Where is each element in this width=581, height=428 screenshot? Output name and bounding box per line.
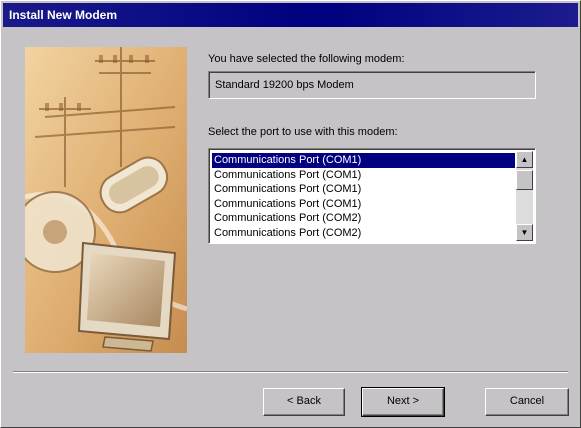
scroll-down-button[interactable]: ▼ [516,224,533,241]
wizard-illustration-graphic [25,47,187,353]
port-list-item[interactable]: Communications Port (COM1) [212,168,515,183]
port-list-item[interactable]: Communications Port (COM2) [212,226,515,241]
cancel-button[interactable]: Cancel [485,388,569,416]
back-button[interactable]: < Back [263,388,345,416]
port-listbox[interactable]: Communications Port (COM1) Communication… [208,148,536,244]
scroll-thumb[interactable] [516,170,533,190]
port-list-item[interactable]: Communications Port (COM2) [212,211,515,226]
selected-modem-label: You have selected the following modem: [208,53,405,65]
title-bar[interactable]: Install New Modem [3,3,578,27]
triangle-up-icon: ▲ [520,155,529,164]
port-list-items: Communications Port (COM1) Communication… [212,153,515,240]
install-modem-dialog: Install New Modem You have selected the … [0,0,581,428]
port-list-scrollbar[interactable]: ▲ ▼ [516,151,533,241]
triangle-down-icon: ▼ [520,228,529,237]
next-button[interactable]: Next > [361,387,445,417]
port-list-item[interactable]: Communications Port (COM1) [212,182,515,197]
next-button-label: Next > [386,395,420,407]
port-list-item[interactable]: Communications Port (COM1) [212,153,515,168]
selected-modem-field: Standard 19200 bps Modem [208,71,536,99]
window-title: Install New Modem [9,8,118,22]
scroll-up-button[interactable]: ▲ [516,151,533,168]
wizard-illustration [25,47,187,353]
port-select-label: Select the port to use with this modem: [208,126,398,138]
button-separator [13,371,568,373]
back-button-label: < Back [287,395,321,407]
cancel-button-label: Cancel [509,395,545,407]
port-list-item[interactable]: Communications Port (COM1) [212,197,515,212]
selected-modem-value: Standard 19200 bps Modem [215,79,354,91]
